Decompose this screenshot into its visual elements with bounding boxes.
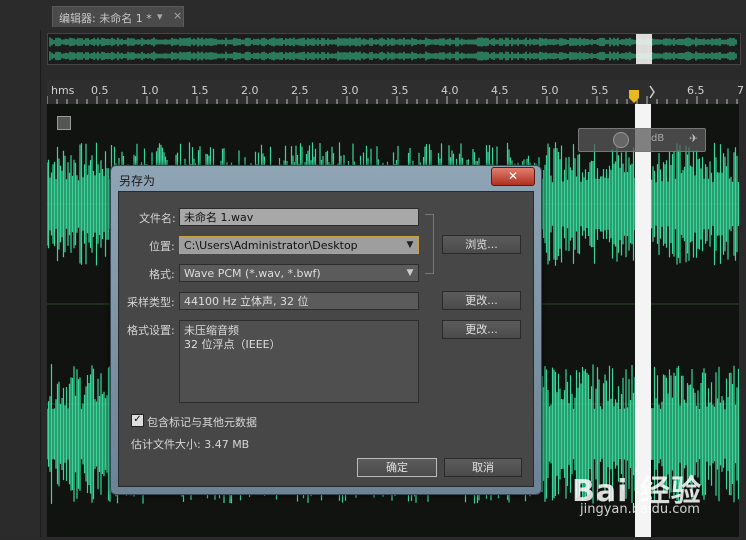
- cancel-button[interactable]: 取消: [444, 458, 522, 477]
- metadata-checkbox-label[interactable]: 包含标记与其他元数据: [147, 414, 257, 430]
- estimated-filesize: 估计文件大小: 3.47 MB: [131, 438, 250, 451]
- pin-icon[interactable]: ✈: [689, 132, 698, 145]
- volume-unit: dB: [651, 133, 665, 144]
- format-label: 格式:: [149, 268, 175, 281]
- format-change-button[interactable]: 更改...: [442, 320, 521, 339]
- overview-viewport[interactable]: [636, 34, 652, 64]
- sample-type-label: 采样类型:: [127, 296, 175, 309]
- close-icon[interactable]: ✕: [491, 167, 535, 186]
- tab-menu-icon[interactable]: ▾: [157, 10, 163, 23]
- tab-close-icon[interactable]: ×: [173, 9, 182, 22]
- metadata-checkbox[interactable]: ✓: [131, 414, 144, 427]
- chevron-down-icon[interactable]: ▼: [404, 267, 416, 279]
- zoom-fit-icon[interactable]: [57, 116, 71, 130]
- format-settings-box: 未压缩音频 32 位浮点（IEEE）: [179, 320, 419, 403]
- format-settings-line: 32 位浮点（IEEE）: [184, 338, 281, 351]
- watermark-url: jingyan.baidu.com: [580, 502, 700, 517]
- save-as-dialog: 另存为 ✕ 文件名: 未命名 1.wav 位置: C:\Users\Admini…: [110, 165, 542, 495]
- ok-button[interactable]: 确定: [357, 458, 437, 477]
- dialog-body: 文件名: 未命名 1.wav 位置: C:\Users\Administrato…: [118, 191, 534, 487]
- field-group-bracket: [425, 214, 434, 274]
- format-value: Wave PCM (*.wav, *.bwf): [184, 267, 321, 280]
- time-ruler[interactable]: hms 0.5 1.0 1.5 2.0 2.5 3.0 3.5 4.0 4.5 …: [47, 80, 744, 105]
- chevron-right-icon[interactable]: [649, 85, 655, 99]
- location-value: C:\Users\Administrator\Desktop: [184, 239, 358, 252]
- format-dropdown[interactable]: Wave PCM (*.wav, *.bwf) ▼: [179, 264, 419, 282]
- filename-input[interactable]: 未命名 1.wav: [179, 208, 419, 226]
- left-panel-edge: [0, 30, 41, 537]
- waveform-overview[interactable]: [47, 33, 741, 65]
- dialog-title: 另存为: [119, 174, 156, 188]
- chevron-down-icon[interactable]: ▼: [404, 239, 416, 251]
- sample-type-value: 44100 Hz 立体声, 32 位: [179, 292, 419, 310]
- volume-hud[interactable]: dB ✈: [578, 128, 706, 152]
- format-settings-label: 格式设置:: [127, 324, 175, 337]
- filename-label: 文件名:: [139, 212, 176, 225]
- location-dropdown[interactable]: C:\Users\Administrator\Desktop ▼: [179, 236, 419, 254]
- sample-change-button[interactable]: 更改...: [442, 291, 521, 310]
- editor-tab[interactable]: 编辑器: 未命名 1 * ▾ ×: [52, 6, 184, 27]
- overview-waveform-graphic: [48, 34, 740, 64]
- browse-button[interactable]: 浏览...: [442, 235, 521, 254]
- location-label: 位置:: [149, 240, 175, 253]
- format-settings-line: 未压缩音频: [184, 324, 239, 337]
- editor-tab-title: 编辑器: 未命名 1 *: [59, 12, 152, 25]
- ruler-ticks-graphic: [47, 85, 738, 104]
- volume-knob-icon[interactable]: [613, 132, 629, 148]
